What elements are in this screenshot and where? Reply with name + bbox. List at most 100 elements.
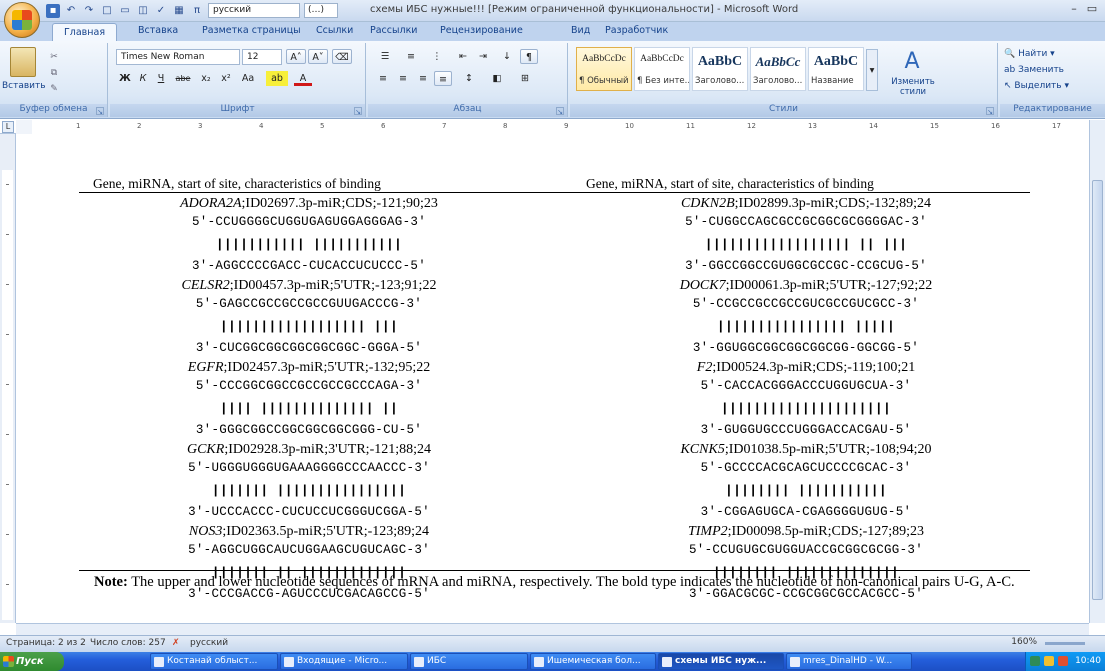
scrollbar-thumb[interactable] xyxy=(1092,180,1103,600)
borders-icon[interactable]: ⊞ xyxy=(514,71,536,86)
sort-icon[interactable]: ↓ xyxy=(498,49,516,64)
minimize-icon[interactable]: – xyxy=(1067,2,1081,16)
taskbar-btn-folder[interactable]: ИБС xyxy=(410,653,528,670)
vertical-scrollbar[interactable] xyxy=(1089,120,1105,623)
shrink-font-icon[interactable]: A˅ xyxy=(308,49,328,64)
new-doc-icon[interactable]: □ xyxy=(100,4,114,18)
document-page[interactable]: Gene, miRNA, start of site, characterist… xyxy=(16,134,1089,623)
pi-icon[interactable]: π xyxy=(190,4,204,18)
tab-developer[interactable]: Разработчик xyxy=(605,25,668,36)
align-right-icon[interactable]: ≡ xyxy=(414,71,432,86)
subscript-icon[interactable]: x₂ xyxy=(198,71,214,86)
ruler-number: 12 xyxy=(747,122,756,130)
save-icon[interactable]: ▪ xyxy=(46,3,60,18)
cut-icon[interactable]: ✂ xyxy=(48,51,60,63)
taskbar-btn-label: Ишемическая бол... xyxy=(547,656,641,666)
styles-launcher-icon[interactable]: ↘ xyxy=(986,107,994,116)
shading-icon[interactable]: ◧ xyxy=(486,71,508,86)
show-marks-icon[interactable]: ¶ xyxy=(520,49,538,64)
tab-review[interactable]: Рецензирование xyxy=(440,25,523,36)
strikethrough-icon[interactable]: abe xyxy=(172,71,194,86)
taskbar-btn-word-2[interactable]: mres_DinalHD - W... xyxy=(786,653,912,670)
format-painter-icon[interactable]: ✎ xyxy=(48,83,60,95)
tab-home[interactable]: Главная xyxy=(52,23,118,42)
redo-icon[interactable]: ↷ xyxy=(82,4,96,18)
highlight-icon[interactable]: ab xyxy=(266,71,288,86)
qat-language-field[interactable]: русский xyxy=(208,3,300,18)
change-case-icon[interactable]: Aa xyxy=(238,71,258,86)
tray-app-icon[interactable] xyxy=(1030,656,1040,666)
numbering-icon[interactable]: ≡ xyxy=(400,49,422,64)
proofing-icon[interactable]: ✗ xyxy=(172,638,180,648)
taskbar-btn-outlook[interactable]: Входящие - Micro... xyxy=(280,653,408,670)
bold-icon[interactable]: Ж xyxy=(118,71,132,86)
font-launcher-icon[interactable]: ↘ xyxy=(354,107,362,116)
find-button[interactable]: 🔍 Найти ▾ xyxy=(1004,47,1100,62)
horizontal-ruler[interactable]: L 1 2 3 4 5 6 7 8 9 10 11 12 13 14 15 16 17 xyxy=(0,120,1105,134)
zoom-slider[interactable] xyxy=(1045,642,1085,645)
justify-icon[interactable]: ≡ xyxy=(434,71,452,86)
paragraph-launcher-icon[interactable]: ↘ xyxy=(556,107,564,116)
font-color-icon[interactable]: A xyxy=(294,71,312,86)
browser-icon xyxy=(154,657,164,667)
page-indicator[interactable]: Страница: 2 из 2 xyxy=(6,638,86,648)
tray-app-icon[interactable] xyxy=(1044,656,1054,666)
word-count[interactable]: Число слов: 257 xyxy=(90,638,166,648)
style-heading-2[interactable]: AaBbCc Заголово... xyxy=(750,47,806,91)
font-family-select[interactable]: Times New Roman xyxy=(116,49,240,65)
table-icon[interactable]: ▦ xyxy=(172,4,186,18)
paste-icon[interactable] xyxy=(10,47,36,77)
clipboard-launcher-icon[interactable]: ↘ xyxy=(96,107,104,116)
qat-style-field[interactable]: (…) xyxy=(304,3,338,18)
print-preview-icon[interactable]: ◫ xyxy=(136,4,150,18)
replace-button[interactable]: ab Заменить xyxy=(1004,63,1100,78)
style-title[interactable]: AaBbC Название xyxy=(808,47,864,91)
zoom-level[interactable]: 160% xyxy=(1011,637,1037,647)
copy-icon[interactable]: ⧉ xyxy=(48,67,60,79)
language-indicator[interactable]: русский xyxy=(190,638,228,648)
undo-icon[interactable]: ↶ xyxy=(64,4,78,18)
decrease-indent-icon[interactable]: ⇤ xyxy=(454,49,472,64)
binding-info: ;ID00457.3p-miR;5'UTR;-123;91;22 xyxy=(229,278,437,293)
font-size-select[interactable]: 12 xyxy=(242,49,282,65)
start-button[interactable]: Пуск xyxy=(0,652,64,671)
change-styles-icon[interactable]: A xyxy=(892,49,932,75)
tab-page-layout[interactable]: Разметка страницы xyxy=(202,25,301,36)
underline-icon[interactable]: Ч xyxy=(154,71,168,86)
multilevel-list-icon[interactable]: ⋮ xyxy=(426,49,448,64)
tab-selector-icon[interactable]: L xyxy=(2,121,14,133)
paste-button[interactable]: Вставить xyxy=(2,81,46,91)
entry-title: DOCK7;ID00061.3p-miR;5'UTR;-127;92;22 xyxy=(576,276,1036,295)
tab-view[interactable]: Вид xyxy=(571,25,590,36)
tab-references[interactable]: Ссылки xyxy=(316,25,353,36)
align-left-icon[interactable]: ≡ xyxy=(374,71,392,86)
increase-indent-icon[interactable]: ⇥ xyxy=(474,49,492,64)
style-normal[interactable]: AaBbCcDc ¶ Обычный xyxy=(576,47,632,91)
open-icon[interactable]: ▭ xyxy=(118,4,132,18)
spelling-icon[interactable]: ✓ xyxy=(154,4,168,18)
tab-mailings[interactable]: Рассылки xyxy=(370,25,417,36)
superscript-icon[interactable]: x² xyxy=(218,71,234,86)
maximize-icon[interactable]: ▭ xyxy=(1085,2,1099,16)
tray-app-icon[interactable] xyxy=(1058,656,1068,666)
taskbar-btn-word-active[interactable]: схемы ИБС нуж... xyxy=(658,653,784,670)
style-heading-1[interactable]: AaBbC Заголово... xyxy=(692,47,748,91)
vertical-ruler[interactable] xyxy=(0,134,16,623)
line-spacing-icon[interactable]: ↕ xyxy=(458,71,480,86)
taskbar-btn-word-1[interactable]: Ишемическая бол... xyxy=(530,653,656,670)
italic-icon[interactable]: К xyxy=(136,71,150,86)
bullets-icon[interactable]: ☰ xyxy=(374,49,396,64)
align-center-icon[interactable]: ≡ xyxy=(394,71,412,86)
select-button[interactable]: ↖ Выделить ▾ xyxy=(1004,79,1100,94)
grow-font-icon[interactable]: A˄ xyxy=(286,49,306,64)
tab-insert[interactable]: Вставка xyxy=(138,25,178,36)
mrna-sequence: 5'-CCCGGCGGCCGCCGCCGCCCAGA-3' xyxy=(195,379,423,393)
clear-format-icon[interactable]: ⌫ xyxy=(332,49,352,64)
change-styles-button[interactable]: Изменить стили xyxy=(882,77,944,99)
style-no-spacing[interactable]: AaBbCcDc ¶ Без инте... xyxy=(634,47,690,91)
horizontal-scrollbar[interactable] xyxy=(16,623,1089,635)
style-sample: AaBbC xyxy=(813,54,859,69)
taskbar-btn-browser[interactable]: Костанай облыст... xyxy=(150,653,278,670)
styles-more-icon[interactable]: ▾ xyxy=(866,49,878,91)
office-button[interactable] xyxy=(4,2,40,38)
